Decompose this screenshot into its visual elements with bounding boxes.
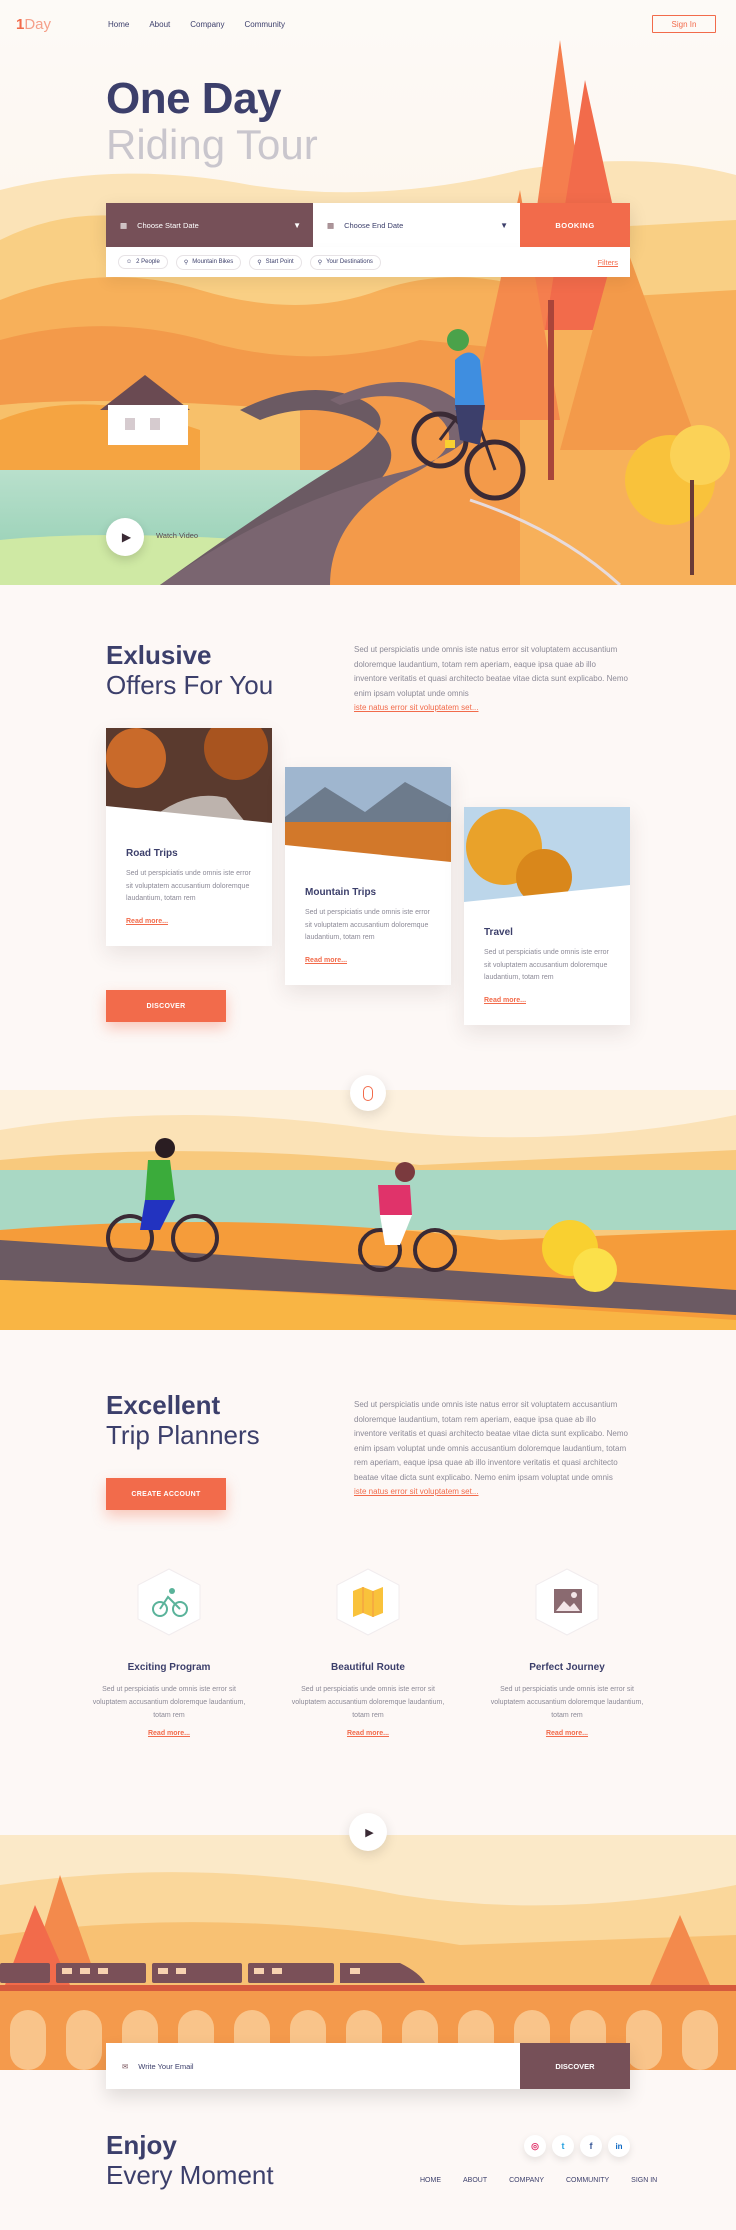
play-video-button-2[interactable]: ▶ [349,1813,387,1851]
booking-bar: ▦ Choose Start Date ▼ ▦ Choose End Date … [106,203,630,247]
scroll-indicator[interactable] [350,1075,386,1111]
play-icon: ▶ [365,1826,374,1839]
start-point-chip[interactable]: ⚲ Start Point [249,254,302,270]
play-icon: ▶ [121,530,132,544]
main-nav: Home About Company Community [108,20,285,29]
footer-link-community[interactable]: COMMUNITY [566,2177,609,2184]
nav-company[interactable]: Company [190,20,224,29]
footer-subtitle: Every Moment [106,2160,274,2190]
instagram-icon[interactable]: ◎ [524,2135,546,2157]
picture-icon [535,1568,599,1636]
offers-read-link[interactable]: iste natus error sit voluptatem set... [354,703,479,712]
footer-nav: HOME ABOUT COMPANY COMMUNITY SIGN IN [420,2177,657,2184]
feature-perfect-journey: Perfect Journey Sed ut perspiciatis unde… [482,1565,652,1737]
offers-subtitle: Offers For You [106,670,274,700]
card-text: Sed ut perspiciatis unde omnis iste erro… [305,909,430,941]
offer-card-mountain[interactable]: Mountain Trips Sed ut perspiciatis unde … [285,767,451,985]
read-more-link[interactable]: Read more... [84,1730,254,1737]
train-illustration [0,1835,736,2070]
play-video-button[interactable]: ▶ [106,518,144,556]
planners-subtitle: Trip Planners [106,1420,260,1450]
card-text: Sed ut perspiciatis unde omnis iste erro… [484,949,609,981]
bike-icon: ⚲ [183,259,189,266]
offer-card-road[interactable]: Road Trips Sed ut perspiciatis unde omni… [106,728,272,946]
filter-bar: ☺ 2 People ⚲ Mountain Bikes ⚲ Start Point ⚲… [106,247,630,277]
chevron-down-icon: ▼ [293,220,301,230]
planners-description: Sed ut perspiciatis unde omnis iste natu… [354,1400,628,1496]
logo[interactable]: 1Day [16,16,51,33]
card-title: Road Trips [126,848,178,859]
destination-chip[interactable]: ⚲ Your Destinations [309,254,381,270]
autumn-leaves-image [464,807,630,902]
read-more-link[interactable]: Read more... [305,957,347,964]
email-field[interactable]: ✉ Write Your Email [106,2043,520,2089]
watch-video-label[interactable]: Watch Video [156,531,198,540]
booking-button[interactable]: BOOKING [520,203,630,247]
bicycle-icon [137,1568,201,1636]
start-date-select[interactable]: ▦ Choose Start Date ▼ [106,203,313,247]
pin-icon: ⚲ [257,259,262,266]
create-account-button[interactable]: CREATE ACCOUNT [106,1478,226,1510]
mountain-image [285,767,451,862]
read-more-link[interactable]: Read more... [283,1730,453,1737]
nav-community[interactable]: Community [245,20,285,29]
footer-link-about[interactable]: ABOUT [463,2177,487,2184]
discover-button[interactable]: DISCOVER [106,990,226,1022]
forest-road-image [106,728,272,823]
newsletter-discover-button[interactable]: DISCOVER [520,2043,630,2089]
calendar-icon: ▦ [327,220,335,230]
read-more-link[interactable]: Read more... [482,1730,652,1737]
calendar-icon: ▦ [120,220,128,230]
offer-card-travel[interactable]: Travel Sed ut perspiciatis unde omnis is… [464,807,630,1025]
card-title: Travel [484,927,513,938]
planners-read-link[interactable]: iste natus error sit voluptatem set... [354,1487,479,1496]
pin-icon: ⚲ [317,259,323,266]
read-more-link[interactable]: Read more... [484,997,526,1004]
card-title: Mountain Trips [305,887,377,898]
filters-link[interactable]: Filters [598,258,618,267]
footer-link-home[interactable]: HOME [420,2177,441,2184]
newsletter-form: ✉ Write Your Email DISCOVER [106,2043,630,2089]
nav-about[interactable]: About [149,20,170,29]
card-text: Sed ut perspiciatis unde omnis iste erro… [126,870,251,902]
offers-title: Exlusive [106,640,212,670]
footer-link-signin[interactable]: SIGN IN [631,2177,657,2184]
mail-icon: ✉ [122,2061,129,2071]
hero-title: One Day [106,74,282,123]
bike-chip[interactable]: ⚲ Mountain Bikes [175,254,242,270]
facebook-icon[interactable]: f [580,2135,602,2157]
feature-beautiful-route: Beautiful Route Sed ut perspiciatis unde… [283,1565,453,1737]
feature-exciting-program: Exciting Program Sed ut perspiciatis und… [84,1565,254,1737]
people-icon: ☺ [126,259,133,265]
cyclists-illustration [0,1090,736,1330]
footer-link-company[interactable]: COMPANY [509,2177,544,2184]
linkedin-icon[interactable]: in [608,2135,630,2157]
read-more-link[interactable]: Read more... [126,918,168,925]
offers-description: Sed ut perspiciatis unde omnis iste natu… [354,645,628,712]
mouse-icon [363,1085,373,1101]
end-date-select[interactable]: ▦ Choose End Date ▼ [313,203,520,247]
map-icon [336,1568,400,1636]
footer-title: Enjoy [106,2130,177,2160]
chevron-down-icon: ▼ [500,220,508,230]
planners-title: Excellent [106,1390,221,1420]
nav-home[interactable]: Home [108,20,129,29]
hero-subtitle: Riding Tour [106,121,318,168]
social-links: ◎ t f in [524,2135,630,2157]
sign-in-button[interactable]: Sign In [652,15,716,33]
twitter-icon[interactable]: t [552,2135,574,2157]
people-chip[interactable]: ☺ 2 People [118,255,168,269]
